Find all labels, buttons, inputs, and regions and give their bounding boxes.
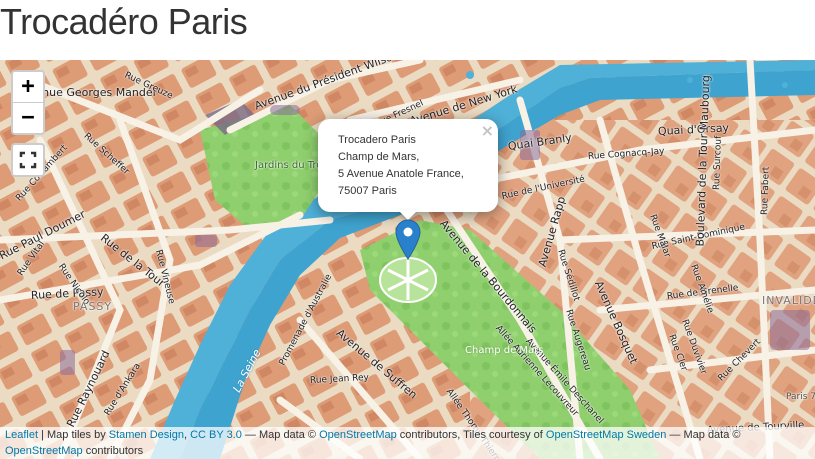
popup-line: 5 Avenue Anatole France, [338,168,464,180]
osm-link-2[interactable]: OpenStreetMap [5,445,83,457]
map-attribution: Leaflet | Map tiles by Stamen Design, CC… [0,427,815,459]
street-label: Rue Fabert [760,166,772,216]
attribution-text: | Map tiles by [38,429,109,441]
popup-content: Trocadero Paris Champ de Mars, 5 Avenue … [338,132,464,200]
attribution-text: — Map data © [666,429,741,441]
popup-line: Trocadero Paris [338,134,416,146]
cc-by-link[interactable]: CC BY 3.0 [190,429,242,441]
osm-link[interactable]: OpenStreetMap [319,429,397,441]
map-marker[interactable] [395,219,421,260]
district-label: INVALIDES [762,294,815,307]
popup-close-button[interactable]: × [481,121,494,140]
map[interactable]: Avenue Georges Mandel Avenue du Présiden… [0,60,815,459]
marker-popup: × Trocadero Paris Champ de Mars, 5 Avenu… [318,119,498,212]
stamen-link[interactable]: Stamen Design [109,429,184,441]
attribution-text: — Map data © [241,429,320,441]
district-label: Paris 7e [786,392,815,402]
popup-line: Champ de Mars, [338,151,420,163]
page-title: Trocadéro Paris [0,1,248,42]
attribution-text: contributors [82,445,144,457]
popup-line: 75007 Paris [338,185,397,197]
street-label: Rue Surcouf [712,135,724,191]
fullscreen-icon [19,151,37,169]
zoom-control: + − [11,70,45,135]
osm-sweden-link[interactable]: OpenStreetMap Sweden [546,429,666,441]
leaflet-link[interactable]: Leaflet [5,429,38,441]
district-label: PASSY [73,300,113,313]
zoom-in-button[interactable]: + [13,72,43,103]
fullscreen-button[interactable] [11,143,45,177]
zoom-out-button[interactable]: − [13,103,43,133]
place-label: Champ de Mars [465,345,544,356]
map-pin-icon [395,219,421,260]
attribution-text: contributors, Tiles courtesy of [396,429,546,441]
